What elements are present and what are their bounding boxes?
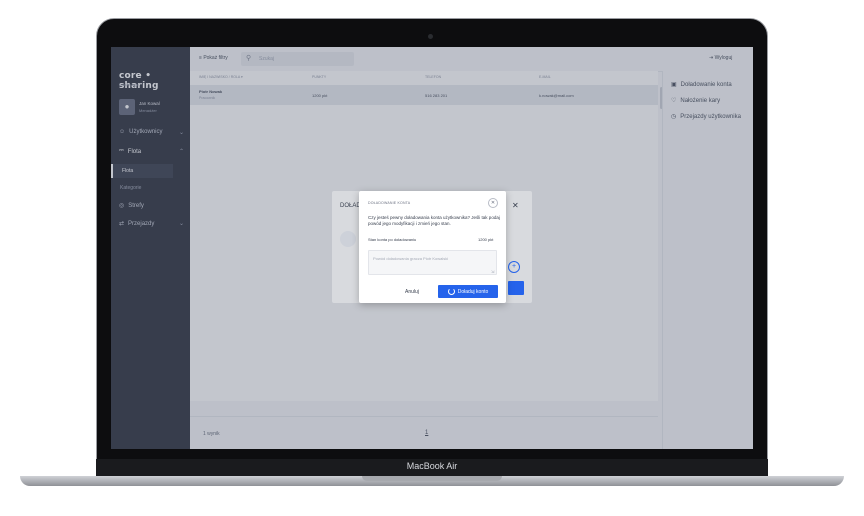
top-up-confirm-modal: DOŁADOWANIE KONTA ✕ Czy jesteś pewny doł…	[359, 191, 506, 303]
background-modal-button[interactable]	[508, 281, 524, 295]
modal-message: Czy jesteś pewny doładowania konta użytk…	[368, 215, 500, 226]
reason-textarea[interactable]: Powód doładowania gracza Piotr Kowalski …	[368, 250, 497, 275]
laptop-notch	[362, 476, 502, 481]
user-thumbnail	[340, 231, 356, 247]
camera-icon	[428, 34, 433, 39]
top-up-button-label: Doładuj konto	[457, 288, 489, 295]
balance-label: Stan konta po doładowaniu	[368, 237, 417, 242]
cancel-button[interactable]: Anuluj	[405, 289, 419, 295]
device-model-label: MacBook Air	[406, 461, 458, 471]
spinner-icon	[447, 288, 455, 295]
plus-icon[interactable]: +	[508, 261, 520, 273]
resize-grip-icon[interactable]: ⇲	[491, 269, 494, 274]
top-up-button[interactable]: Doładuj konto	[438, 285, 498, 298]
close-icon[interactable]: ✕	[512, 201, 519, 210]
reason-placeholder: Powód doładowania gracza Piotr Kowalski	[373, 256, 449, 261]
balance-value: 1200 pkt	[478, 237, 494, 242]
modal-title: DOŁADOWANIE KONTA	[368, 201, 411, 205]
screen: core • sharing by core-logic ● Jan Kowal…	[111, 47, 753, 449]
close-icon[interactable]: ✕	[488, 198, 498, 208]
